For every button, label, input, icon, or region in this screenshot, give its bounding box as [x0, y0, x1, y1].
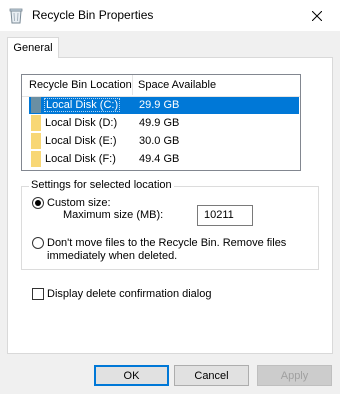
location-name: Local Disk (E:) — [45, 135, 117, 147]
list-header: Recycle Bin Location Space Available — [22, 75, 300, 97]
ok-button[interactable]: OK — [94, 365, 169, 386]
list-item-d[interactable]: Local Disk (D:) 49.9 GB — [29, 115, 299, 132]
space-available: 30.0 GB — [139, 135, 180, 147]
space-available: 29.9 GB — [139, 99, 180, 111]
radio-selected-dot — [35, 200, 41, 206]
drive-icon — [31, 97, 41, 113]
recycle-bin-location-list[interactable]: Recycle Bin Location Space Available Loc… — [21, 74, 301, 171]
close-icon — [312, 10, 322, 21]
column-separator[interactable] — [132, 75, 133, 95]
cancel-button[interactable]: Cancel — [174, 365, 249, 386]
dont-move-label-line2[interactable]: immediately when deleted. — [47, 250, 177, 262]
location-name: Local Disk (D:) — [45, 117, 118, 129]
window-title: Recycle Bin Properties — [32, 8, 154, 22]
folder-icon — [31, 151, 41, 167]
settings-group-label: Settings for selected location — [29, 179, 174, 191]
max-size-input[interactable]: 10211 — [197, 205, 253, 226]
confirm-delete-label[interactable]: Display delete confirmation dialog — [47, 288, 211, 300]
title-bar[interactable]: Recycle Bin Properties — [0, 0, 340, 31]
dont-move-label-line1[interactable]: Don't move files to the Recycle Bin. Rem… — [47, 237, 286, 249]
column-header-location[interactable]: Recycle Bin Location — [29, 79, 132, 91]
tab-general-label: General — [13, 42, 53, 54]
list-item-c[interactable]: Local Disk (C:) 29.9 GB — [29, 97, 299, 114]
location-name: Local Disk (C:) — [44, 98, 121, 112]
tab-general[interactable]: General — [7, 37, 59, 58]
custom-size-label[interactable]: Custom size: — [47, 197, 111, 209]
column-header-space[interactable]: Space Available — [138, 79, 216, 91]
close-button[interactable] — [294, 0, 340, 31]
dont-move-radio[interactable] — [32, 237, 44, 249]
folder-icon — [31, 115, 41, 131]
space-available: 49.9 GB — [139, 117, 180, 129]
max-size-label: Maximum size (MB): — [63, 209, 164, 221]
recycle-bin-properties-window: Recycle Bin Properties General Recycle B… — [0, 0, 340, 394]
confirm-delete-checkbox[interactable] — [32, 288, 44, 300]
apply-button[interactable]: Apply — [257, 365, 332, 386]
custom-size-radio[interactable] — [32, 197, 44, 209]
space-available: 49.4 GB — [139, 153, 180, 165]
location-name: Local Disk (F:) — [45, 153, 116, 165]
folder-icon — [31, 133, 41, 149]
list-item-e[interactable]: Local Disk (E:) 30.0 GB — [29, 133, 299, 150]
recycle-bin-icon — [8, 7, 24, 24]
list-item-f[interactable]: Local Disk (F:) 49.4 GB — [29, 151, 299, 168]
